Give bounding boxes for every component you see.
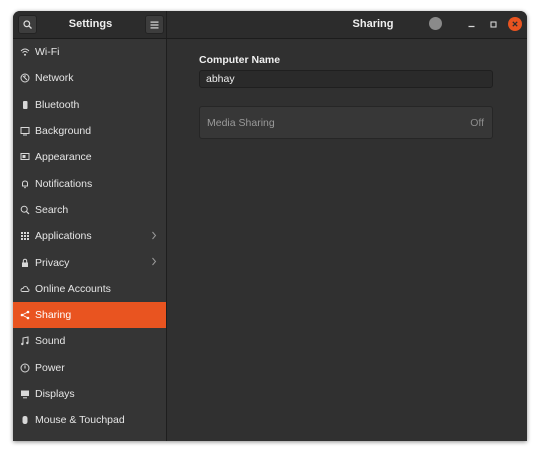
sidebar-item-label: Sound xyxy=(35,335,66,348)
maximize-icon xyxy=(489,20,497,28)
sidebar-item-background[interactable]: Background xyxy=(13,118,166,144)
sidebar-title: Settings xyxy=(68,18,113,30)
sidebar: Wi-Fi Network Bluetooth Background Appea… xyxy=(13,39,167,441)
computer-name-label: Computer Name xyxy=(199,54,281,66)
search-button[interactable] xyxy=(18,15,37,34)
sidebar-item-appearance[interactable]: Appearance xyxy=(13,144,166,170)
bluetooth-icon xyxy=(20,100,30,110)
sidebar-item-label: Privacy xyxy=(35,256,70,269)
media-sharing-status: Off xyxy=(470,117,484,129)
search-icon xyxy=(20,205,30,215)
sidebar-item-mouse-touchpad[interactable]: Mouse & Touchpad xyxy=(13,407,166,433)
lock-icon xyxy=(20,258,30,268)
sidebar-header: Settings xyxy=(13,11,167,38)
cloud-icon xyxy=(20,284,30,294)
sidebar-item-applications[interactable]: Applications xyxy=(13,223,166,249)
sidebar-item-label: Mouse & Touchpad xyxy=(35,414,125,427)
sidebar-item-search[interactable]: Search xyxy=(13,197,166,223)
menu-button[interactable] xyxy=(145,15,164,34)
share-icon xyxy=(20,310,30,320)
computer-name-field[interactable]: abhay xyxy=(199,70,493,88)
settings-window: Settings Sharing Wi-Fi Network Bluetooth… xyxy=(13,11,527,441)
sidebar-item-label: Power xyxy=(35,361,65,374)
chevron-right-icon xyxy=(151,257,157,269)
music-note-icon xyxy=(20,336,30,346)
sidebar-item-sound[interactable]: Sound xyxy=(13,328,166,354)
grid-icon xyxy=(20,231,30,241)
sidebar-item-privacy[interactable]: Privacy xyxy=(13,249,166,275)
sidebar-item-label: Network xyxy=(35,72,74,85)
bell-icon xyxy=(20,179,30,189)
sidebar-item-label: Appearance xyxy=(35,151,92,164)
media-sharing-row[interactable]: Media Sharing Off xyxy=(199,106,493,139)
close-button[interactable] xyxy=(508,17,522,31)
sidebar-item-displays[interactable]: Displays xyxy=(13,381,166,407)
wifi-icon xyxy=(20,47,30,57)
chevron-right-icon xyxy=(151,231,157,243)
sidebar-item-notifications[interactable]: Notifications xyxy=(13,170,166,196)
search-icon xyxy=(23,20,32,29)
sidebar-item-power[interactable]: Power xyxy=(13,355,166,381)
sidebar-item-network[interactable]: Network xyxy=(13,65,166,91)
sidebar-item-label: Sharing xyxy=(35,309,72,322)
close-icon xyxy=(512,21,518,27)
sidebar-item-label: Wi-Fi xyxy=(35,46,60,59)
appearance-icon xyxy=(20,152,30,162)
sharing-panel: Computer Name abhay Media Sharing Off xyxy=(167,39,527,441)
header-bar: Settings Sharing xyxy=(13,11,527,39)
sidebar-item-wifi[interactable]: Wi-Fi xyxy=(13,39,166,65)
sidebar-item-label: Notifications xyxy=(35,177,93,190)
sidebar-item-label: Background xyxy=(35,125,92,138)
minimize-icon xyxy=(468,25,474,27)
sidebar-item-label: Online Accounts xyxy=(35,282,111,295)
minimize-button[interactable] xyxy=(464,17,478,31)
sidebar-item-online-accounts[interactable]: Online Accounts xyxy=(13,276,166,302)
mouse-icon xyxy=(20,415,30,425)
sidebar-item-label: Search xyxy=(35,203,69,216)
display-icon xyxy=(20,389,30,399)
power-icon xyxy=(20,363,30,373)
sidebar-item-label: Applications xyxy=(35,230,92,243)
hamburger-menu-icon xyxy=(150,21,159,28)
sharing-master-switch[interactable] xyxy=(429,17,442,30)
sidebar-item-label: Displays xyxy=(35,388,75,400)
sidebar-item-bluetooth[interactable]: Bluetooth xyxy=(13,92,166,118)
media-sharing-label: Media Sharing xyxy=(207,117,275,129)
maximize-button[interactable] xyxy=(486,17,500,31)
panel-title: Sharing xyxy=(352,18,394,30)
sidebar-item-label: Bluetooth xyxy=(35,98,80,111)
background-icon xyxy=(20,126,30,136)
sidebar-item-sharing[interactable]: Sharing xyxy=(13,301,166,329)
network-icon xyxy=(20,73,30,83)
